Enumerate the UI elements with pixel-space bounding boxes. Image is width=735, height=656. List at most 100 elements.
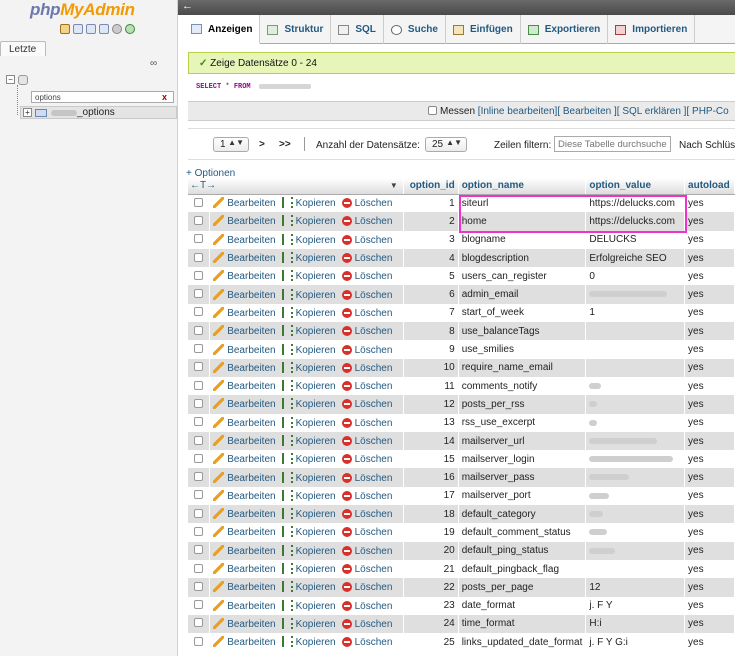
expand-icon[interactable]: + [23,108,32,117]
next-page-button[interactable]: > [259,139,265,150]
option-name-cell[interactable]: users_can_register [458,267,587,286]
copy-row-link[interactable]: Kopieren [296,473,336,484]
row-checkbox[interactable] [194,490,204,500]
delete-row-link[interactable]: Löschen [355,454,393,465]
option-name-cell[interactable]: blogname [458,230,587,249]
copy-row-link[interactable]: Kopieren [296,271,336,282]
delete-row-link[interactable]: Löschen [355,235,393,246]
delete-row-link[interactable]: Löschen [355,509,393,520]
autoload-cell[interactable]: yes [684,413,735,432]
option-value-cell[interactable] [585,486,686,506]
option-name-cell[interactable]: start_of_week [458,303,587,323]
sort-desc-icon[interactable]: ▼ [390,181,398,190]
option-value-cell[interactable]: Erfolgreiche SEO [585,248,686,268]
option-id-cell[interactable]: 10 [403,358,459,377]
delete-row-link[interactable]: Löschen [355,198,393,209]
autoload-cell[interactable]: yes [684,303,735,323]
table-node-options[interactable]: + _options [20,106,177,119]
database-icon[interactable] [73,24,83,34]
copy-row-link[interactable]: Kopieren [296,619,336,630]
option-id-cell[interactable]: 4 [403,248,459,268]
edit-row-link[interactable]: Bearbeiten [227,308,275,319]
option-id-cell[interactable]: 1 [403,194,459,213]
collapse-nav-icon[interactable]: ← [182,0,193,12]
option-id-cell[interactable]: 15 [403,450,459,469]
tab-insert[interactable]: Einfügen [446,15,521,44]
row-checkbox[interactable] [194,618,204,628]
copy-row-link[interactable]: Kopieren [296,308,336,319]
option-value-cell[interactable] [585,468,686,487]
home-icon[interactable] [60,24,70,34]
edit-row-link[interactable]: Bearbeiten [227,564,275,575]
delete-row-link[interactable]: Löschen [355,326,393,337]
copy-row-link[interactable]: Kopieren [296,418,336,429]
option-value-cell[interactable] [585,395,686,414]
delete-row-link[interactable]: Löschen [355,216,393,227]
autoload-cell[interactable]: yes [684,248,735,268]
edit-row-link[interactable]: Bearbeiten [227,473,275,484]
option-name-cell[interactable]: mailserver_port [458,486,587,506]
option-id-cell[interactable]: 20 [403,541,459,560]
edit-row-link[interactable]: Bearbeiten [227,527,275,538]
option-name-cell[interactable]: mailserver_url [458,431,587,451]
edit-link[interactable]: [ Bearbeiten ] [557,106,616,117]
delete-row-link[interactable]: Löschen [355,253,393,264]
page-select[interactable]: 1 ▲▼ [213,137,249,152]
option-id-cell[interactable]: 17 [403,486,459,506]
option-id-cell[interactable]: 3 [403,230,459,249]
option-name-cell[interactable]: mailserver_login [458,450,587,469]
autoload-cell[interactable]: yes [684,376,735,396]
row-checkbox[interactable] [194,545,204,555]
copy-row-link[interactable]: Kopieren [296,491,336,502]
option-id-cell[interactable]: 18 [403,505,459,524]
row-checkbox[interactable] [194,435,204,445]
docs-icon[interactable] [99,24,109,34]
option-name-cell[interactable]: default_pingback_flag [458,559,587,579]
copy-row-link[interactable]: Kopieren [296,399,336,410]
row-checkbox[interactable] [194,307,204,317]
copy-row-link[interactable]: Kopieren [296,454,336,465]
info-icon[interactable] [86,24,96,34]
edit-row-link[interactable]: Bearbeiten [227,436,275,447]
copy-row-link[interactable]: Kopieren [296,564,336,575]
option-id-cell[interactable]: 7 [403,303,459,323]
row-checkbox[interactable] [194,398,204,408]
column-header-autoload[interactable]: autoload [684,178,735,195]
option-id-cell[interactable]: 9 [403,340,459,359]
delete-row-link[interactable]: Löschen [355,418,393,429]
edit-row-link[interactable]: Bearbeiten [227,271,275,282]
option-id-cell[interactable]: 21 [403,559,459,579]
option-value-cell[interactable]: j. F Y [585,596,686,615]
gear-icon[interactable] [112,24,122,34]
option-id-cell[interactable]: 16 [403,468,459,487]
copy-row-link[interactable]: Kopieren [296,253,336,264]
row-checkbox[interactable] [194,453,204,463]
filter-rows-input[interactable] [554,136,671,152]
copy-row-link[interactable]: Kopieren [296,601,336,612]
rows-select[interactable]: 25 ▲▼ [425,137,467,152]
autoload-cell[interactable]: yes [684,505,735,524]
copy-row-link[interactable]: Kopieren [296,363,336,374]
row-checkbox[interactable] [194,526,204,536]
clear-filter-icon[interactable]: x [162,92,167,102]
delete-row-link[interactable]: Löschen [355,491,393,502]
option-value-cell[interactable] [585,413,686,432]
tab-search[interactable]: Suche [384,15,446,44]
tab-browse[interactable]: Anzeigen [184,15,261,44]
edit-row-link[interactable]: Bearbeiten [227,582,275,593]
delete-row-link[interactable]: Löschen [355,564,393,575]
option-id-cell[interactable]: 23 [403,596,459,615]
edit-row-link[interactable]: Bearbeiten [227,399,275,410]
option-value-cell[interactable]: j. F Y G:i [585,633,686,652]
delete-row-link[interactable]: Löschen [355,399,393,410]
edit-row-link[interactable]: Bearbeiten [227,546,275,557]
column-header-option-value[interactable]: option_value [585,178,686,195]
inline-edit-link[interactable]: [Inline bearbeiten] [478,106,558,117]
copy-row-link[interactable]: Kopieren [296,198,336,209]
option-value-cell[interactable]: DELUCKS [585,230,686,249]
delete-row-link[interactable]: Löschen [355,436,393,447]
delete-row-link[interactable]: Löschen [355,619,393,630]
option-value-cell[interactable] [585,376,686,396]
delete-row-link[interactable]: Löschen [355,271,393,282]
edit-row-link[interactable]: Bearbeiten [227,326,275,337]
